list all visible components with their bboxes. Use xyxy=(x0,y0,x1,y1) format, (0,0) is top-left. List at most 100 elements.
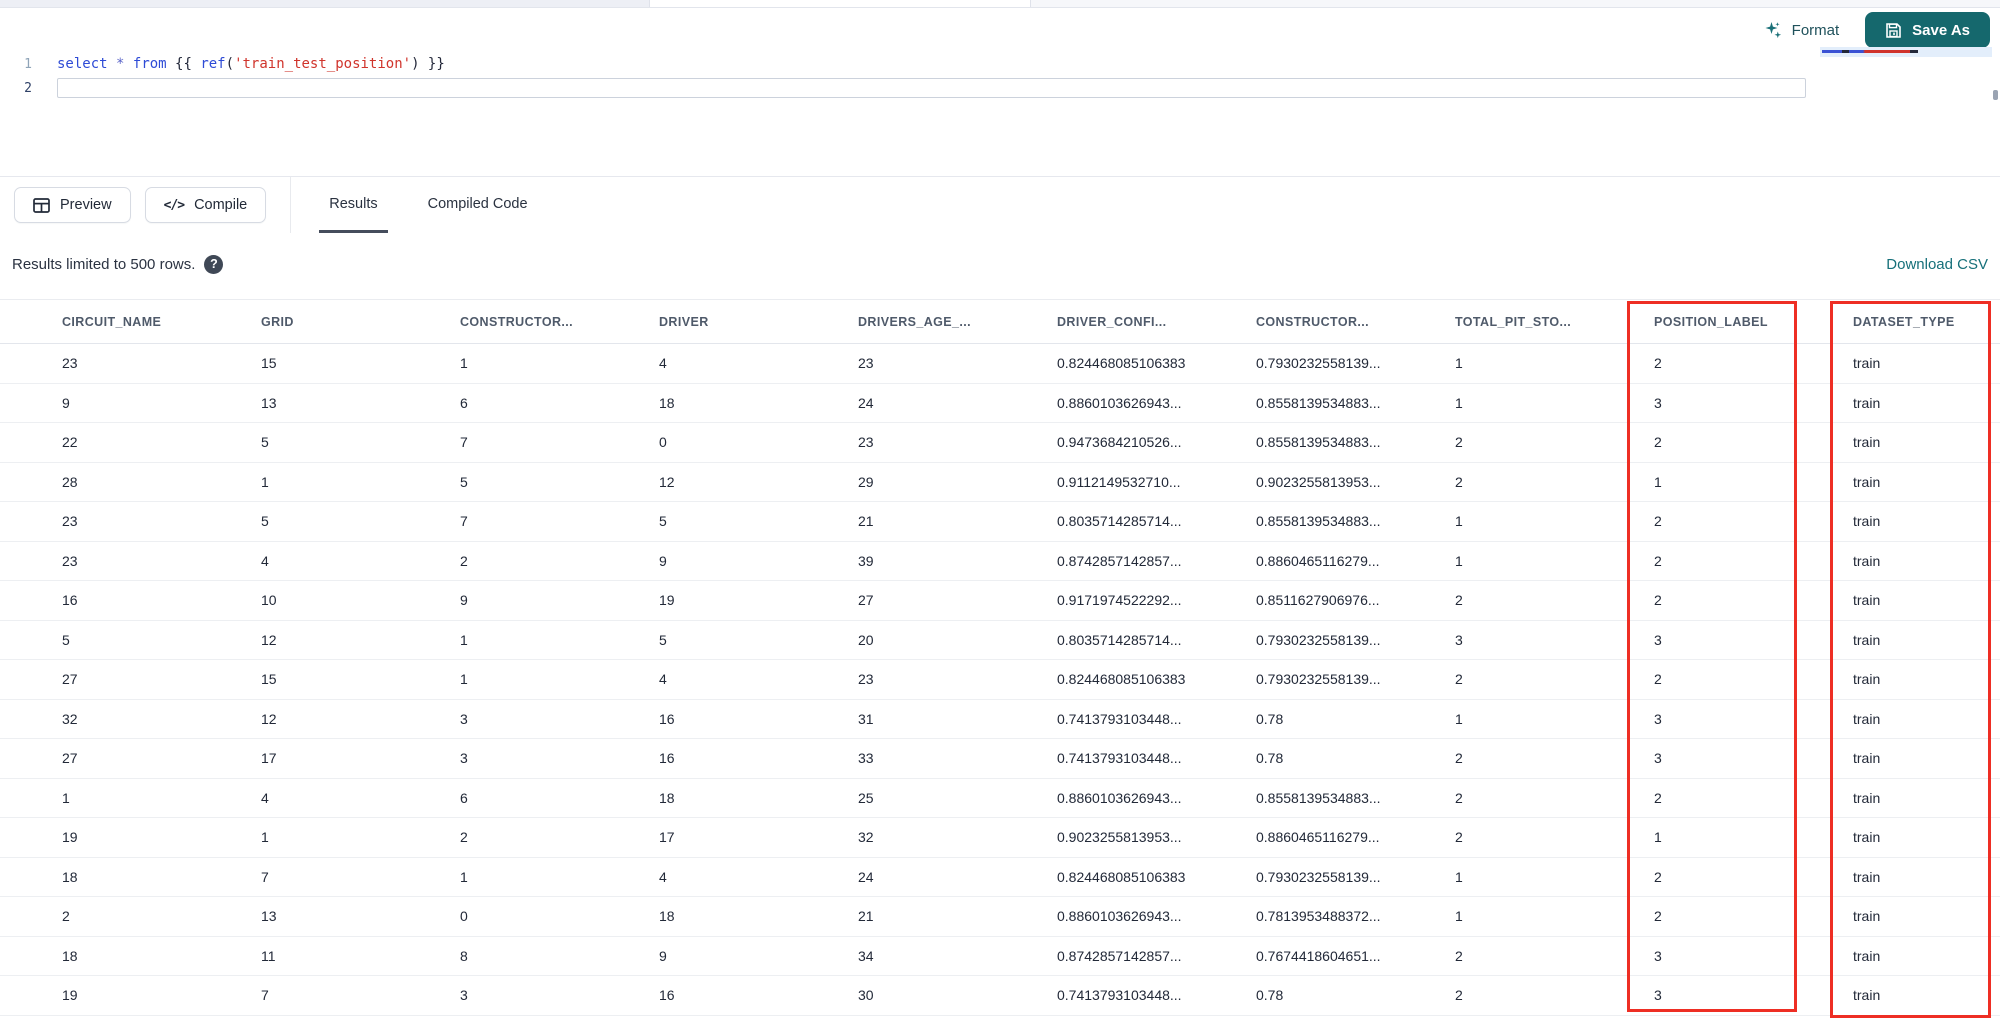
code-editor[interactable]: 1 select * from {{ ref('train_test_posit… xyxy=(0,52,2000,100)
table-cell: 0 xyxy=(460,908,468,925)
table-cell: 2 xyxy=(460,552,468,569)
code-token: select xyxy=(57,56,108,72)
tab-results[interactable]: Results xyxy=(319,177,388,233)
table-icon xyxy=(33,197,50,213)
table-row: 27 15 1 4 23 0.824468085106383 0.7930232558139… xyxy=(0,660,2000,700)
format-button[interactable]: Format xyxy=(1764,21,1839,40)
table-cell: 1 xyxy=(62,789,70,806)
table-cell: 0.7674418604651... xyxy=(1256,947,1381,964)
editor-active-line-box xyxy=(57,78,1806,98)
code-token: ) }} xyxy=(411,56,445,72)
code-row-1: 1 select * from {{ ref('train_test_posit… xyxy=(0,52,2000,76)
table-cell: train xyxy=(1853,710,1881,727)
sparkles-icon xyxy=(1764,21,1783,40)
table-cell: 12 xyxy=(261,710,277,727)
table-cell: 8 xyxy=(460,947,468,964)
table-cell: 9 xyxy=(659,552,667,569)
table-cell: 2 xyxy=(1654,671,1662,688)
table-cell: train xyxy=(1853,355,1881,372)
table-cell: train xyxy=(1853,671,1881,688)
table-cell: 9 xyxy=(659,947,667,964)
table-cell: 15 xyxy=(261,671,277,688)
table-cell: 32 xyxy=(858,829,874,846)
table-cell: 1 xyxy=(460,868,468,885)
table-cell: 1 xyxy=(1654,829,1662,846)
active-file-tab[interactable] xyxy=(650,0,1030,7)
table-cell: 7 xyxy=(261,868,269,885)
table-row: 16 10 9 19 27 0.9171974522292... 0.85116279069… xyxy=(0,581,2000,621)
column-header: DRIVERS_AGE_... xyxy=(858,314,971,329)
table-cell: 25 xyxy=(858,789,874,806)
editor-minimap[interactable] xyxy=(1820,47,1992,57)
table-cell: 9 xyxy=(460,592,468,609)
table-cell: 7 xyxy=(460,513,468,530)
results-table: CIRCUIT_NAME GRID CONSTRUCTOR... DRIVER DRIV… xyxy=(0,299,2000,1016)
compile-button[interactable]: </> Compile xyxy=(144,187,267,223)
table-cell: 3 xyxy=(460,710,468,727)
table-row: 23 15 1 4 23 0.824468085106383 0.7930232558139… xyxy=(0,344,2000,384)
table-cell: 33 xyxy=(858,750,874,767)
table-cell: 0.8742857142857... xyxy=(1057,947,1182,964)
table-cell: 3 xyxy=(1654,631,1662,648)
table-row: 22 5 7 0 23 0.9473684210526... 0.8558139534883… xyxy=(0,423,2000,463)
column-header: DRIVER_CONFI... xyxy=(1057,314,1167,329)
table-cell: 19 xyxy=(62,987,78,1004)
tab-strip-left xyxy=(0,0,650,7)
tab-compiled-code[interactable]: Compiled Code xyxy=(418,177,538,233)
table-cell: train xyxy=(1853,908,1881,925)
table-cell: 0.8860465116279... xyxy=(1256,829,1380,846)
table-cell: 10 xyxy=(261,592,277,609)
table-cell: 18 xyxy=(659,394,675,411)
column-header: GRID xyxy=(261,314,294,329)
table-cell: train xyxy=(1853,473,1881,490)
editor-scrollbar-thumb[interactable] xyxy=(1993,90,1998,100)
table-cell: 16 xyxy=(659,750,675,767)
table-cell: 0.7413793103448... xyxy=(1057,987,1182,1004)
table-cell: 0.8860103626943... xyxy=(1057,908,1182,925)
table-row: 23 5 7 5 21 0.8035714285714... 0.8558139534883… xyxy=(0,502,2000,542)
table-cell: 23 xyxy=(62,355,78,372)
table-cell: 0.824468085106383 xyxy=(1057,868,1186,885)
code-token: 'train_test_position' xyxy=(234,56,412,72)
help-icon[interactable]: ? xyxy=(204,254,224,274)
download-csv-link[interactable]: Download CSV xyxy=(1886,256,1988,273)
table-cell: 2 xyxy=(1455,473,1463,490)
tab-strip-right xyxy=(1030,0,2000,7)
table-cell: train xyxy=(1853,789,1881,806)
table-cell: 0.8860103626943... xyxy=(1057,789,1182,806)
table-cell: 6 xyxy=(460,789,468,806)
preview-button[interactable]: Preview xyxy=(14,187,131,223)
table-cell: 23 xyxy=(858,355,874,372)
table-cell: 15 xyxy=(261,355,277,372)
table-cell: 16 xyxy=(659,987,675,1004)
table-cell: 2 xyxy=(1654,434,1662,451)
table-row: 18 7 1 4 24 0.824468085106383 0.7930232558139.… xyxy=(0,858,2000,897)
table-cell: 0.8558139534883... xyxy=(1256,789,1381,806)
table-cell: 19 xyxy=(659,592,675,609)
column-header: CONSTRUCTOR... xyxy=(460,314,574,329)
table-cell: 0.8860465116279... xyxy=(1256,552,1380,569)
table-cell: 0.7413793103448... xyxy=(1057,750,1182,767)
table-cell: 3 xyxy=(1654,394,1662,411)
table-cell: 1 xyxy=(460,631,468,648)
table-cell: 1 xyxy=(1455,710,1463,727)
toolbar-divider xyxy=(290,177,292,233)
table-row: 19 7 3 16 30 0.7413793103448... 0.78 2 3 train xyxy=(0,976,2000,1016)
table-cell: 0.78 xyxy=(1256,710,1284,727)
table-cell: 28 xyxy=(62,473,78,490)
table-cell: 0.7813953488372... xyxy=(1256,908,1381,925)
table-cell: 1 xyxy=(1455,355,1463,372)
save-as-button[interactable]: Save As xyxy=(1865,12,1990,48)
table-cell: 4 xyxy=(659,355,667,372)
table-cell: 22 xyxy=(62,434,78,451)
table-cell: 5 xyxy=(659,513,667,530)
table-body: 23 15 1 4 23 0.824468085106383 0.7930232558139… xyxy=(0,344,2000,1016)
table-cell: 7 xyxy=(460,434,468,451)
table-cell: 1 xyxy=(460,671,468,688)
save-as-label: Save As xyxy=(1912,21,1970,39)
table-cell: 2 xyxy=(1455,750,1463,767)
table-cell: 12 xyxy=(659,473,675,490)
top-tab-strip xyxy=(0,0,2000,8)
table-cell: 2 xyxy=(1654,513,1662,530)
table-row: 23 4 2 9 39 0.8742857142857... 0.8860465116279… xyxy=(0,542,2000,581)
